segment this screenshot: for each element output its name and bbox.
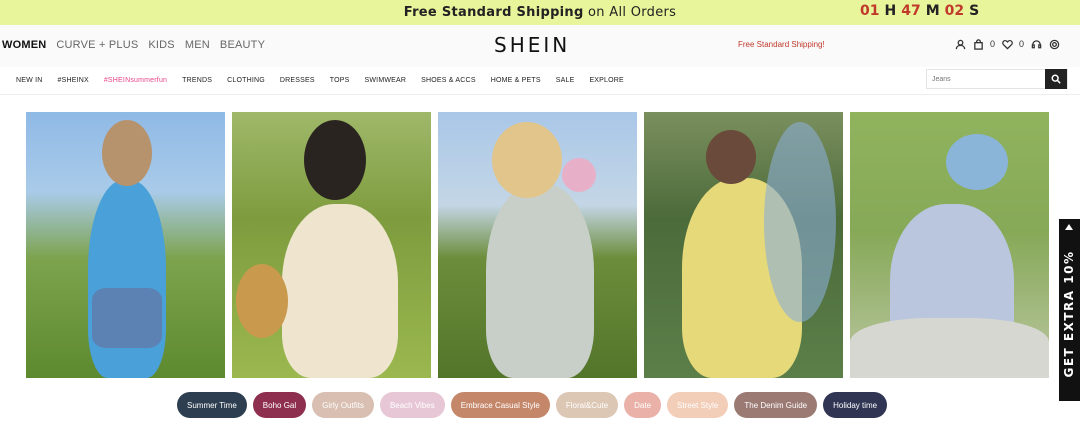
user-icon[interactable]	[954, 38, 966, 50]
category-beauty[interactable]: BEAUTY	[220, 39, 265, 51]
nav-item-tops[interactable]: TOPS	[330, 77, 350, 84]
countdown-hours-unit: H	[884, 3, 897, 19]
banner-photo-3[interactable]	[438, 112, 637, 378]
site-logo[interactable]: SHEIN	[494, 33, 570, 57]
search-input[interactable]	[927, 70, 1047, 88]
nav-item-sale[interactable]: SALE	[556, 77, 575, 84]
nav-item-clothing[interactable]: CLOTHING	[227, 77, 265, 84]
chip-beach-vibes[interactable]: Beach Vibes	[379, 392, 445, 418]
promo-bar: Free Standard Shipping on All Orders 01 …	[0, 0, 1080, 25]
nav-item-sheinx[interactable]: #SHEINX	[57, 77, 88, 84]
search-button[interactable]	[1045, 69, 1067, 89]
nav-item-home-pets[interactable]: HOME & PETS	[491, 77, 541, 84]
support-icon[interactable]	[1030, 38, 1042, 50]
chip-street-style[interactable]: Street Style	[667, 392, 729, 418]
heart-icon[interactable]	[1001, 38, 1013, 50]
nav-item-trends[interactable]: TRENDS	[182, 77, 212, 84]
photo-banner	[26, 112, 1049, 378]
side-tab-label: GET EXTRA 10%	[1062, 250, 1076, 378]
site-header: WOMEN CURVE + PLUS KIDS MEN BEAUTY SHEIN…	[0, 25, 1080, 67]
countdown-minutes: 47	[901, 3, 921, 19]
category-men[interactable]: MEN	[185, 39, 210, 51]
promo-text[interactable]: Free Standard Shipping on All Orders	[404, 5, 677, 20]
countdown-minutes-unit: M	[925, 3, 940, 19]
promo-shipping-bold: Free Standard Shipping	[403, 5, 584, 20]
free-shipping-notice[interactable]: Free Standard Shipping!	[738, 40, 825, 49]
nav-item-new-in[interactable]: NEW IN	[16, 77, 42, 84]
get-extra-discount-tab[interactable]: GET EXTRA 10%	[1059, 219, 1080, 401]
category-curve-plus[interactable]: CURVE + PLUS	[56, 39, 138, 51]
shopping-bag-icon[interactable]	[972, 38, 984, 50]
wishlist-count: 0	[1019, 39, 1025, 49]
search-box	[926, 69, 1068, 89]
countdown-hours: 01	[860, 3, 880, 19]
category-kids[interactable]: KIDS	[148, 39, 174, 51]
countdown-timer: 01 H 47 M 02 S	[860, 3, 979, 19]
banner-photo-5[interactable]	[850, 112, 1049, 378]
countdown-seconds: 02	[944, 3, 965, 19]
banner-photo-1[interactable]	[26, 112, 225, 378]
chip-embrace-casual-style[interactable]: Embrace Casual Style	[450, 392, 550, 418]
arrow-up-icon	[1065, 224, 1073, 230]
banner-photo-2[interactable]	[232, 112, 431, 378]
banner-photo-4[interactable]	[644, 112, 843, 378]
main-nav: NEW IN #SHEINX #SHEINsummerfun TRENDS CL…	[0, 67, 1080, 95]
nav-item-shoes-accs[interactable]: SHOES & ACCS	[421, 77, 476, 84]
nav-item-swimwear[interactable]: SWIMWEAR	[365, 77, 407, 84]
nav-item-summerfun[interactable]: #SHEINsummerfun	[104, 77, 167, 84]
settings-icon[interactable]	[1048, 38, 1060, 50]
style-chips: Summer Time Boho Gal Girly Outfits Beach…	[177, 392, 888, 418]
category-women[interactable]: WOMEN	[2, 39, 46, 51]
nav-items: NEW IN #SHEINX #SHEINsummerfun TRENDS CL…	[16, 77, 624, 84]
chip-boho-gal[interactable]: Boho Gal	[252, 392, 307, 418]
chip-summer-time[interactable]: Summer Time	[177, 392, 247, 418]
bag-count: 0	[990, 39, 996, 49]
chip-holiday-time[interactable]: Holiday time	[823, 392, 888, 418]
chip-date[interactable]: Date	[624, 392, 662, 418]
nav-item-explore[interactable]: EXPLORE	[589, 77, 623, 84]
category-switcher: WOMEN CURVE + PLUS KIDS MEN BEAUTY	[2, 39, 265, 51]
nav-item-dresses[interactable]: DRESSES	[280, 77, 315, 84]
chip-the-denim-guide[interactable]: The Denim Guide	[734, 392, 818, 418]
chip-girly-outfits[interactable]: Girly Outfits	[312, 392, 374, 418]
chip-floral-cute[interactable]: Floral&Cute	[555, 392, 619, 418]
promo-shipping-rest: on All Orders	[588, 5, 677, 20]
search-icon	[1051, 74, 1061, 84]
countdown-seconds-unit: S	[969, 3, 980, 19]
header-icons: 0 0	[954, 38, 1060, 50]
